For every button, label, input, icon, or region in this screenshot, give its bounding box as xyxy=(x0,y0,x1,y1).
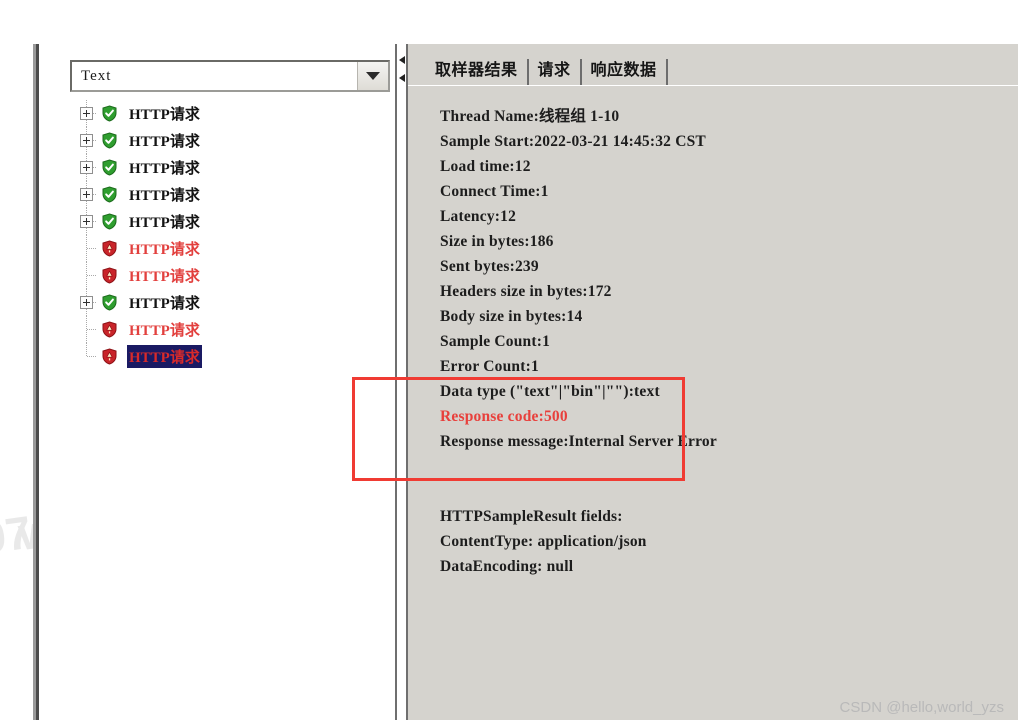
tab-0[interactable]: 取样器结果 xyxy=(426,59,529,85)
splitter-collapse-arrows-icon[interactable] xyxy=(398,54,406,90)
render-format-value: Text xyxy=(81,67,112,84)
screenshot-root: 97 w15297 w15297 0829 97.96 192.168 Text… xyxy=(0,0,1018,720)
result-line: Load time:12 xyxy=(440,158,531,175)
tree-item-label: HTTP请求 xyxy=(129,134,200,150)
chevron-down-icon[interactable] xyxy=(357,62,388,90)
tree-item-label: HTTP请求 xyxy=(129,107,200,123)
tree-item-label: HTTP请求 xyxy=(129,161,200,177)
tree-row[interactable]: HTTP请求 xyxy=(70,343,390,370)
red-warning-icon xyxy=(98,266,120,285)
sampler-result-textarea[interactable]: Thread Name:线程组 1-10 Sample Start:2022-03… xyxy=(426,90,1018,720)
sampler-result-right-pane: 取样器结果 请求 响应数据 Thread Name:线程组 1-10 Sample S… xyxy=(408,44,1018,720)
tree-row[interactable]: HTTP请求 xyxy=(70,181,390,208)
red-warning-icon xyxy=(98,347,120,366)
tree-item-label: HTTP请求 xyxy=(129,323,200,339)
result-line: ContentType: application/json xyxy=(440,533,647,550)
result-line: Sent bytes:239 xyxy=(440,258,539,275)
tree-row[interactable]: HTTP请求 xyxy=(70,262,390,289)
watermark-text: 97 xyxy=(0,505,35,565)
result-line: Size in bytes:186 xyxy=(440,233,554,250)
results-tree-left-pane: Text HTTP请求 HTTP请求 HTTP请求 HTTP请求 HTTP请求 HTTP请… xyxy=(50,44,395,720)
tab-2[interactable]: 响应数据 xyxy=(582,59,668,85)
tree-item-label: HTTP请求 xyxy=(129,188,200,204)
tree-expand-toggle[interactable] xyxy=(76,100,98,127)
tab-1[interactable]: 请求 xyxy=(529,59,582,85)
pane-splitter[interactable] xyxy=(395,44,408,720)
tree-branch-line xyxy=(76,262,98,289)
result-line: Body size in bytes:14 xyxy=(440,308,583,325)
tree-branch-line xyxy=(76,316,98,343)
green-shield-check-icon xyxy=(98,131,120,150)
red-warning-icon xyxy=(98,239,120,258)
render-format-combobox[interactable]: Text xyxy=(70,60,390,92)
result-line: DataEncoding: null xyxy=(440,558,574,575)
result-line: Error Count:1 xyxy=(440,358,539,375)
red-warning-icon xyxy=(98,320,120,339)
tree-row[interactable]: HTTP请求 xyxy=(70,289,390,316)
result-line xyxy=(440,479,1018,504)
tree-expand-toggle[interactable] xyxy=(76,154,98,181)
tree-expand-toggle[interactable] xyxy=(76,181,98,208)
green-shield-check-icon xyxy=(98,104,120,123)
result-line: Latency:12 xyxy=(440,208,517,225)
result-line: Connect Time:1 xyxy=(440,183,549,200)
result-line: HTTPSampleResult fields: xyxy=(440,508,623,525)
results-tree-window: Text HTTP请求 HTTP请求 HTTP请求 HTTP请求 HTTP请求 HTTP请… xyxy=(36,44,1018,720)
tree-item-label: HTTP请求 xyxy=(129,269,200,285)
tree-item-label: HTTP请求 xyxy=(127,345,202,368)
green-shield-check-icon xyxy=(98,293,120,312)
result-line xyxy=(440,454,1018,479)
tree-row[interactable]: HTTP请求 xyxy=(70,154,390,181)
result-line: Sample Start:2022-03-21 14:45:32 CST xyxy=(440,133,706,150)
tree-row[interactable]: HTTP请求 xyxy=(70,127,390,154)
green-shield-check-icon xyxy=(98,185,120,204)
green-shield-check-icon xyxy=(98,212,120,231)
tree-expand-toggle[interactable] xyxy=(76,127,98,154)
result-line: Sample Count:1 xyxy=(440,333,551,350)
sampler-results-tree[interactable]: HTTP请求 HTTP请求 HTTP请求 HTTP请求 HTTP请求 HTTP请求 HTTP… xyxy=(70,96,390,704)
tree-item-label: HTTP请求 xyxy=(129,296,200,312)
tree-branch-line xyxy=(76,235,98,262)
tree-item-label: HTTP请求 xyxy=(129,215,200,231)
result-line: Headers size in bytes:172 xyxy=(440,283,612,300)
tree-row[interactable]: HTTP请求 xyxy=(70,316,390,343)
tree-expand-toggle[interactable] xyxy=(76,208,98,235)
tree-branch-line xyxy=(76,343,98,370)
result-line: Thread Name:线程组 1-10 xyxy=(440,108,620,125)
csdn-credit: CSDN @hello,world_yzs xyxy=(839,699,1004,716)
result-tabstrip[interactable]: 取样器结果 请求 响应数据 xyxy=(408,52,1018,86)
green-shield-check-icon xyxy=(98,158,120,177)
result-line: Response message:Internal Server Error xyxy=(440,433,717,450)
tree-row[interactable]: HTTP请求 xyxy=(70,235,390,262)
tree-row[interactable]: HTTP请求 xyxy=(70,100,390,127)
tree-item-label: HTTP请求 xyxy=(129,242,200,258)
result-line: Response code:500 xyxy=(440,408,568,425)
tree-row[interactable]: HTTP请求 xyxy=(70,208,390,235)
tree-expand-toggle[interactable] xyxy=(76,289,98,316)
result-line: Data type ("text"|"bin"|""):text xyxy=(440,383,660,400)
